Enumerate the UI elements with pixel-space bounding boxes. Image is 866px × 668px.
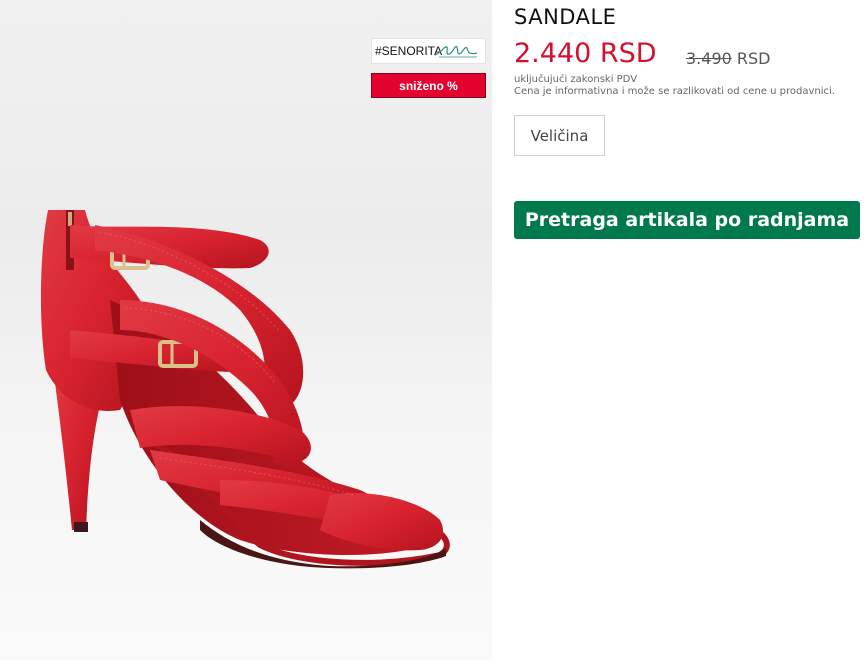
current-price: 2.440 RSD xyxy=(514,38,657,69)
product-image-red-strappy-sandal[interactable] xyxy=(0,0,492,660)
product-image-panel[interactable]: #SENORITA sniženo % xyxy=(0,0,492,660)
size-select-button[interactable]: Veličina xyxy=(514,115,605,156)
old-price-number: 3.490 xyxy=(686,49,732,68)
store-search-button[interactable]: Pretraga artikala po radnjama xyxy=(514,201,860,239)
signature-icon xyxy=(434,45,478,58)
price-info-note: Cena je informativna i može se razlikova… xyxy=(514,86,835,97)
old-price-currency: RSD xyxy=(731,49,771,68)
vat-note: uključujući zakonski PDV xyxy=(514,74,638,85)
product-title: SANDALE xyxy=(514,5,617,29)
old-price: 3.490 RSD xyxy=(686,49,771,68)
sale-badge: sniženo % xyxy=(371,73,486,98)
brand-badge: #SENORITA xyxy=(371,38,486,64)
